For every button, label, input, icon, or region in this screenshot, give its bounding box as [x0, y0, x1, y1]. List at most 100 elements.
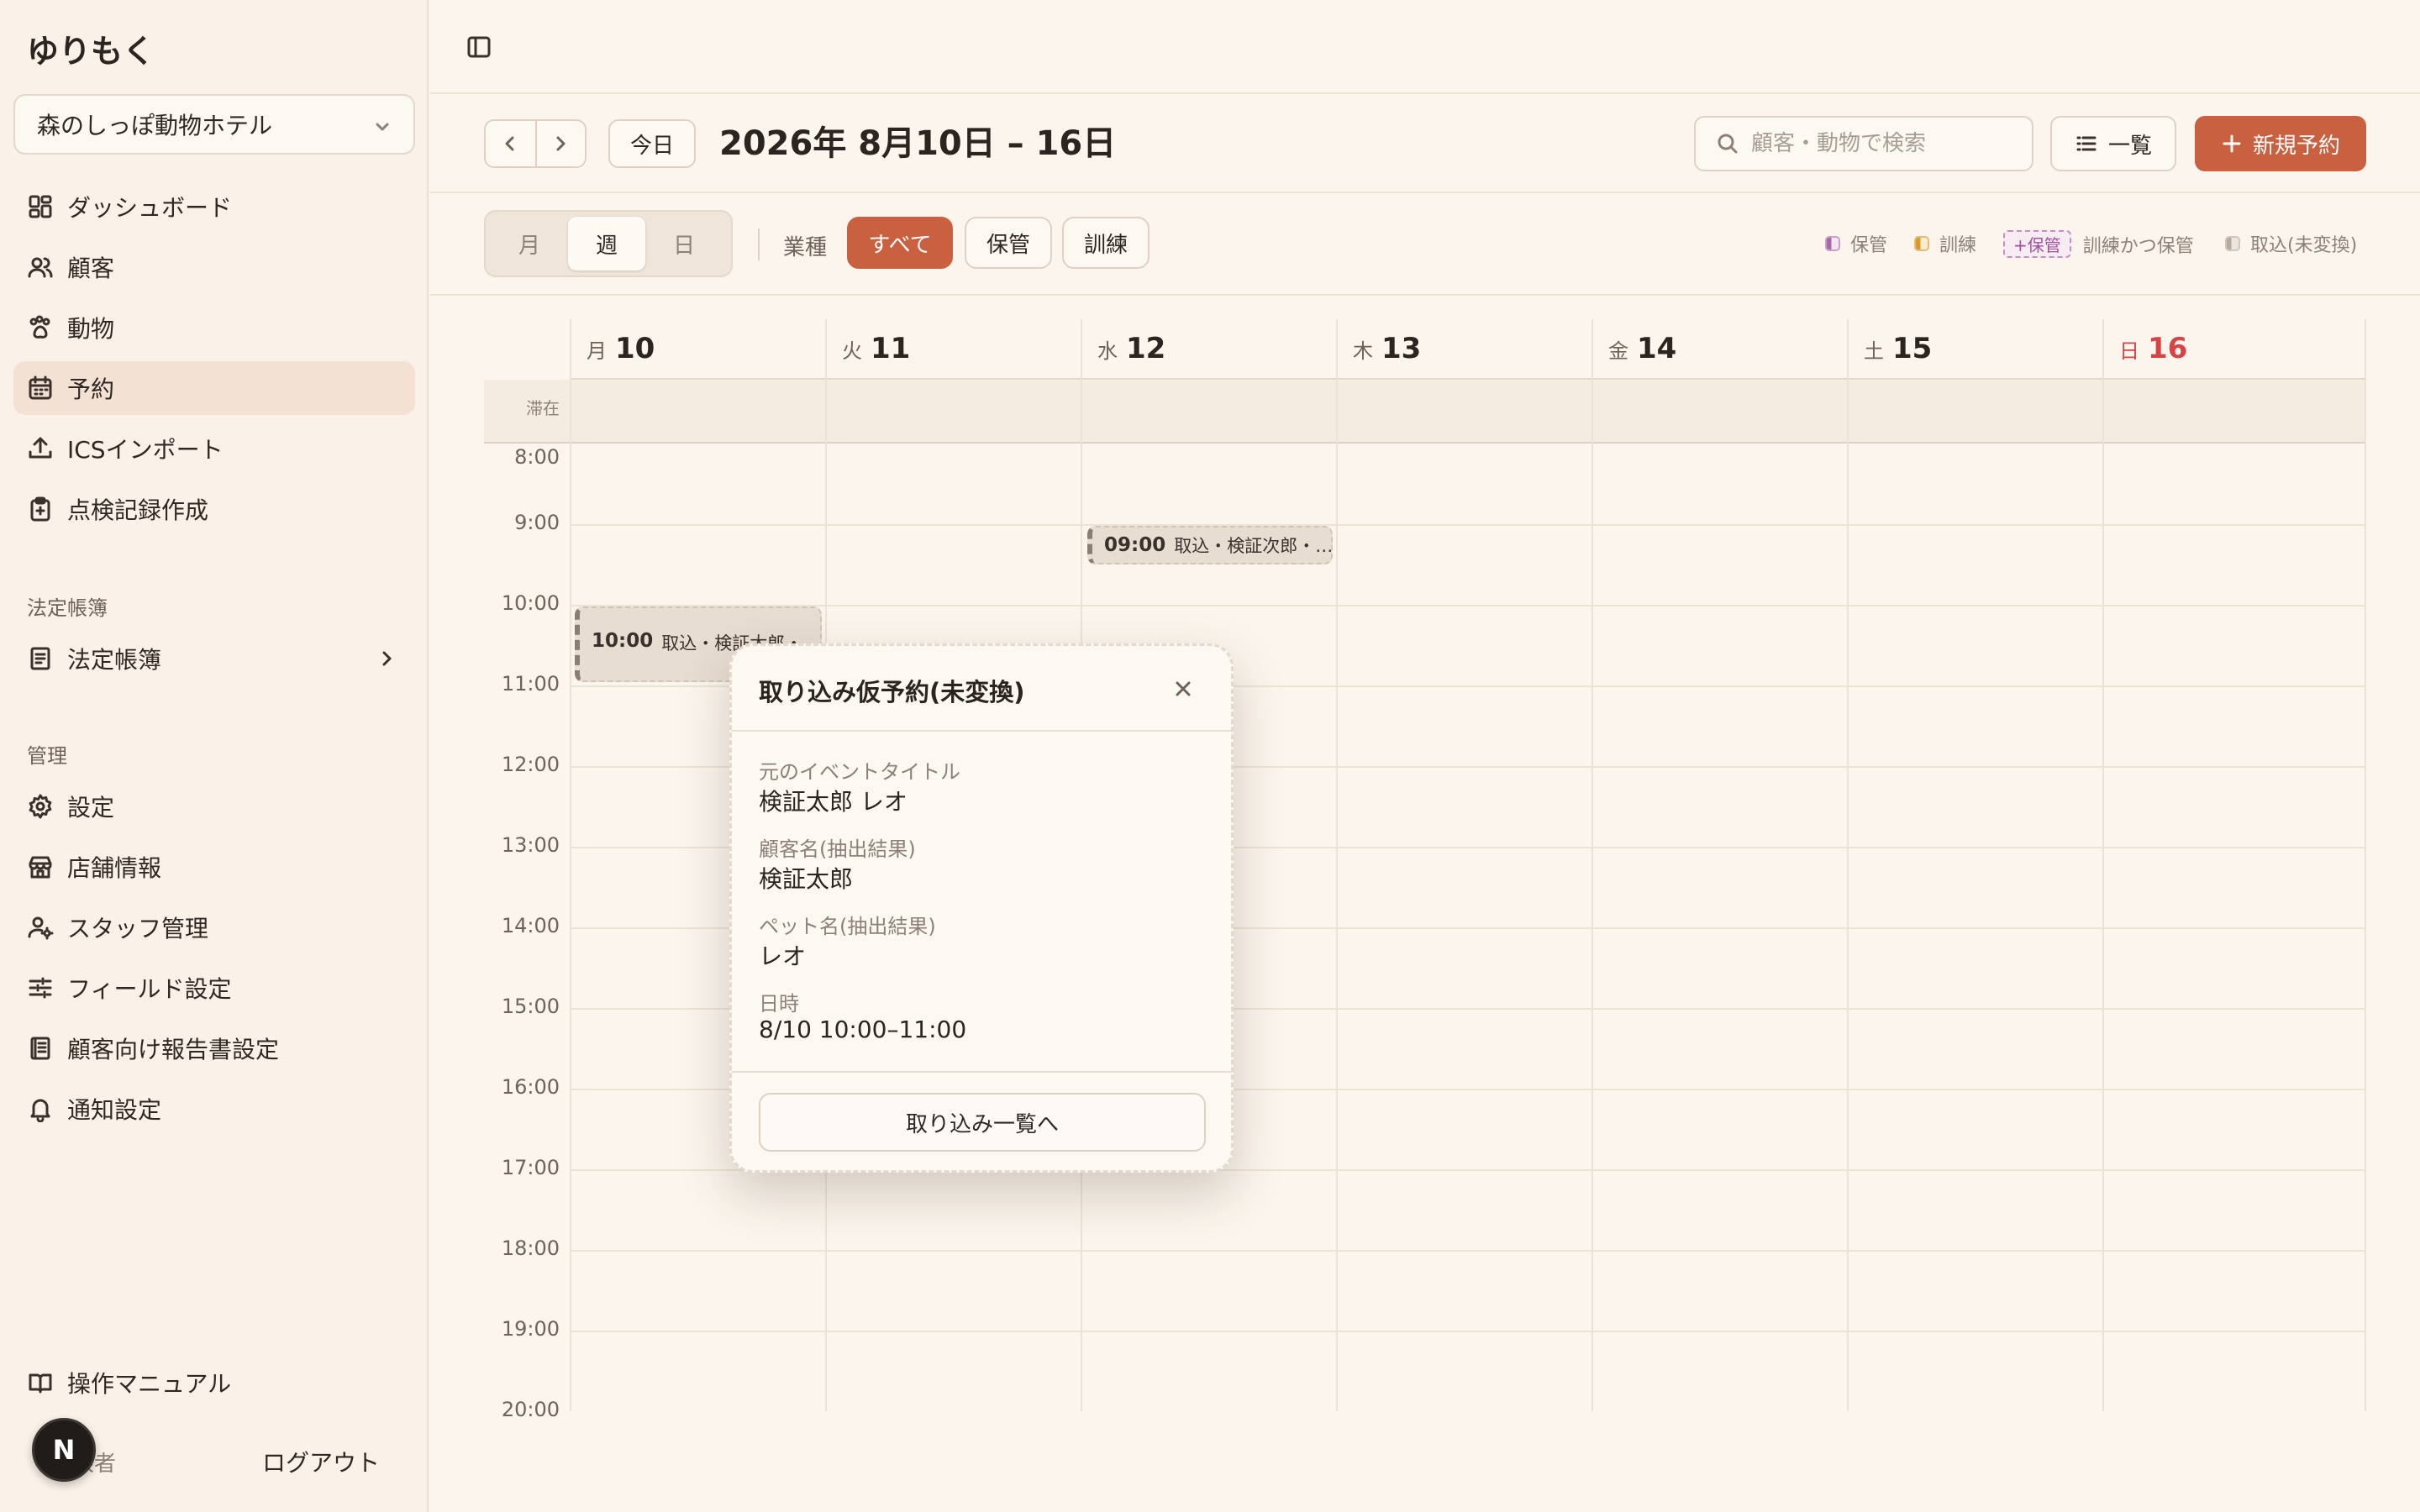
sidebar-item-label: 顧客向け報告書設定	[67, 1036, 280, 1063]
sidebar-item-animals[interactable]: 動物	[13, 301, 415, 354]
search-box[interactable]	[1694, 116, 2033, 171]
avatar[interactable]: N	[32, 1418, 96, 1482]
sidebar-item-customers[interactable]: 顧客	[13, 240, 415, 294]
calendar-icon	[27, 375, 54, 402]
event-import-wednesday[interactable]: 09:00 取込・検証次郎・…	[1087, 526, 1333, 564]
legend-import: 取込(未変換)	[2225, 230, 2357, 257]
sidebar-item-manual[interactable]: 操作マニュアル	[13, 1356, 415, 1410]
staff-icon	[27, 914, 54, 941]
sidebar-item-label: 店舗情報	[67, 854, 162, 882]
paw-icon	[27, 314, 54, 341]
upload-icon	[27, 435, 54, 462]
store-icon	[27, 853, 54, 880]
filter-chip-storage[interactable]: 保管	[965, 217, 1052, 269]
sidebar-item-settings[interactable]: 設定	[13, 780, 415, 833]
grid-line	[570, 1250, 2366, 1252]
legend-combo-tag: +保管	[2003, 230, 2071, 258]
day-header-mon[interactable]: 月 10	[570, 319, 825, 380]
sidebar-item-staff[interactable]: スタッフ管理	[13, 900, 415, 954]
divider	[758, 228, 760, 260]
sidebar-item-reservations[interactable]: 予約	[13, 361, 415, 415]
hour-label: 20:00	[501, 1398, 560, 1421]
event-popover: 取り込み仮予約(未変換) 元のイベントタイトル 検証太郎 レオ 顧客名(抽出結果…	[729, 643, 1234, 1173]
list-view-button[interactable]: 一覧	[2050, 116, 2176, 171]
grid-line	[570, 1331, 2366, 1332]
sidebar-item-label: 予約	[67, 375, 115, 403]
section-label-manage: 管理	[27, 744, 67, 768]
grid-line	[1591, 319, 1593, 1411]
next-week-button[interactable]	[534, 121, 585, 166]
gear-icon	[27, 793, 54, 820]
chevron-right-icon	[376, 647, 397, 670]
hour-label: 17:00	[501, 1156, 560, 1179]
logout-link[interactable]: ログアウト	[262, 1445, 380, 1478]
view-week-tab[interactable]: 週	[568, 217, 645, 270]
hour-label: 16:00	[501, 1075, 560, 1099]
sidebar-item-label: 操作マニュアル	[67, 1370, 232, 1398]
section-label-legal: 法定帳簿	[27, 596, 108, 620]
hour-label: 14:00	[501, 914, 560, 937]
day-header-thu[interactable]: 木 13	[1336, 319, 1591, 380]
day-header-fri[interactable]: 金 14	[1591, 319, 1847, 380]
store-name: 森のしっぽ動物ホテル	[37, 112, 273, 139]
open-book-icon	[27, 1369, 54, 1396]
sidebar-item-inspection[interactable]: 点検記録作成	[13, 482, 415, 536]
day-header-sun[interactable]: 日 16	[2102, 319, 2366, 380]
view-month-tab[interactable]: 月	[491, 217, 568, 270]
search-icon	[1716, 132, 1739, 155]
topbar	[430, 0, 2420, 94]
new-reservation-button[interactable]: 新規予約	[2195, 116, 2366, 171]
grid-line	[1847, 319, 1849, 1411]
sidebar-item-ics-import[interactable]: ICSインポート	[13, 422, 415, 475]
sidebar-item-label: スタッフ管理	[67, 915, 209, 942]
prev-week-button[interactable]	[486, 121, 535, 166]
go-to-import-list-button[interactable]: 取り込み一覧へ	[759, 1093, 1206, 1152]
day-header-sat[interactable]: 土 15	[1847, 319, 2102, 380]
field-value: レオ	[759, 942, 807, 970]
book-icon	[27, 645, 54, 672]
chevron-down-icon	[373, 118, 392, 136]
filter-chip-training[interactable]: 訓練	[1062, 217, 1150, 269]
hour-label: 15:00	[501, 995, 560, 1018]
legend-combo: +保管 訓練かつ保管	[2003, 230, 2194, 258]
sidebar-item-notifications[interactable]: 通知設定	[13, 1082, 415, 1136]
sidebar-item-dashboard[interactable]: ダッシュボード	[13, 180, 415, 234]
view-day-tab[interactable]: 日	[645, 217, 723, 270]
hour-label: 8:00	[514, 445, 560, 469]
sidebar-item-report-settings[interactable]: 顧客向け報告書設定	[13, 1021, 415, 1075]
today-button[interactable]: 今日	[608, 119, 696, 168]
grid-line	[2102, 319, 2104, 1411]
hour-label: 9:00	[514, 511, 560, 534]
search-input[interactable]	[1751, 131, 2020, 156]
type-filter-label: 業種	[783, 235, 828, 260]
chevron-left-icon	[505, 136, 514, 151]
store-select[interactable]: 森のしっぽ動物ホテル	[13, 94, 415, 155]
hour-label: 11:00	[501, 672, 560, 696]
hour-label: 13:00	[501, 833, 560, 857]
chevron-right-icon	[556, 136, 566, 151]
sidebar-toggle-icon[interactable]	[466, 34, 492, 60]
grid-line	[570, 319, 571, 1411]
sidebar-item-store-info[interactable]: 店舗情報	[13, 840, 415, 894]
sidebar-item-label: 顧客	[67, 255, 115, 282]
field-label: ペット名(抽出結果)	[759, 915, 936, 938]
sidebar-item-label: 動物	[67, 315, 115, 343]
field-value: 検証太郎 レオ	[759, 788, 908, 816]
clipboard-icon	[27, 496, 54, 522]
grid-line	[2365, 319, 2366, 1411]
hour-label: 12:00	[501, 753, 560, 776]
day-header-wed[interactable]: 水 12	[1081, 319, 1336, 380]
date-nav	[484, 119, 587, 168]
filter-chip-all[interactable]: すべて	[847, 217, 953, 269]
sidebar-item-legal-books[interactable]: 法定帳簿	[13, 632, 415, 685]
sidebar-item-label: ICSインポート	[67, 436, 224, 464]
page-title: 2026年 8月10日 – 16日	[719, 124, 1117, 163]
hour-label: 10:00	[501, 591, 560, 615]
day-header-tue[interactable]: 火 11	[825, 319, 1081, 380]
sliders-icon	[27, 974, 54, 1001]
sidebar-item-field-settings[interactable]: フィールド設定	[13, 961, 415, 1015]
sidebar-item-label: フィールド設定	[67, 975, 232, 1003]
close-icon[interactable]	[1171, 676, 1196, 701]
stay-row-label: 滞在	[526, 398, 560, 418]
brand-logo: ゆりもく	[27, 33, 155, 70]
